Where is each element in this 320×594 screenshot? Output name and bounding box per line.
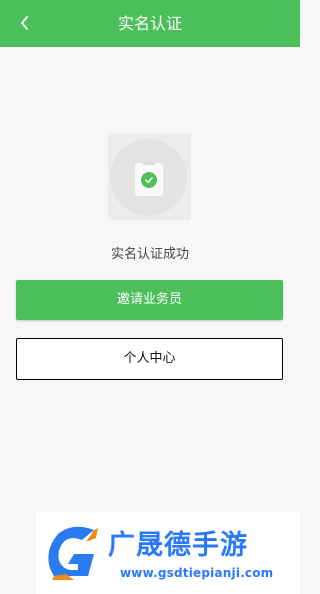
clipboard-clip (143, 161, 155, 165)
watermark: 广晟德手游 www.gsdtiepianji.com (36, 512, 300, 594)
personal-center-button[interactable]: 个人中心 (16, 338, 283, 380)
brand-logo-icon (48, 526, 98, 580)
check-icon (141, 172, 157, 188)
top-bar: 实名认证 (0, 0, 300, 47)
brand-url: www.gsdtiepianji.com (120, 566, 274, 580)
page-title: 实名认证 (117, 14, 182, 33)
invite-salesperson-button[interactable]: 邀请业务员 (16, 280, 283, 320)
verification-status-illustration (108, 133, 191, 220)
brand-name: 广晟德手游 (108, 530, 248, 561)
verification-success-text: 实名认证成功 (110, 247, 189, 262)
